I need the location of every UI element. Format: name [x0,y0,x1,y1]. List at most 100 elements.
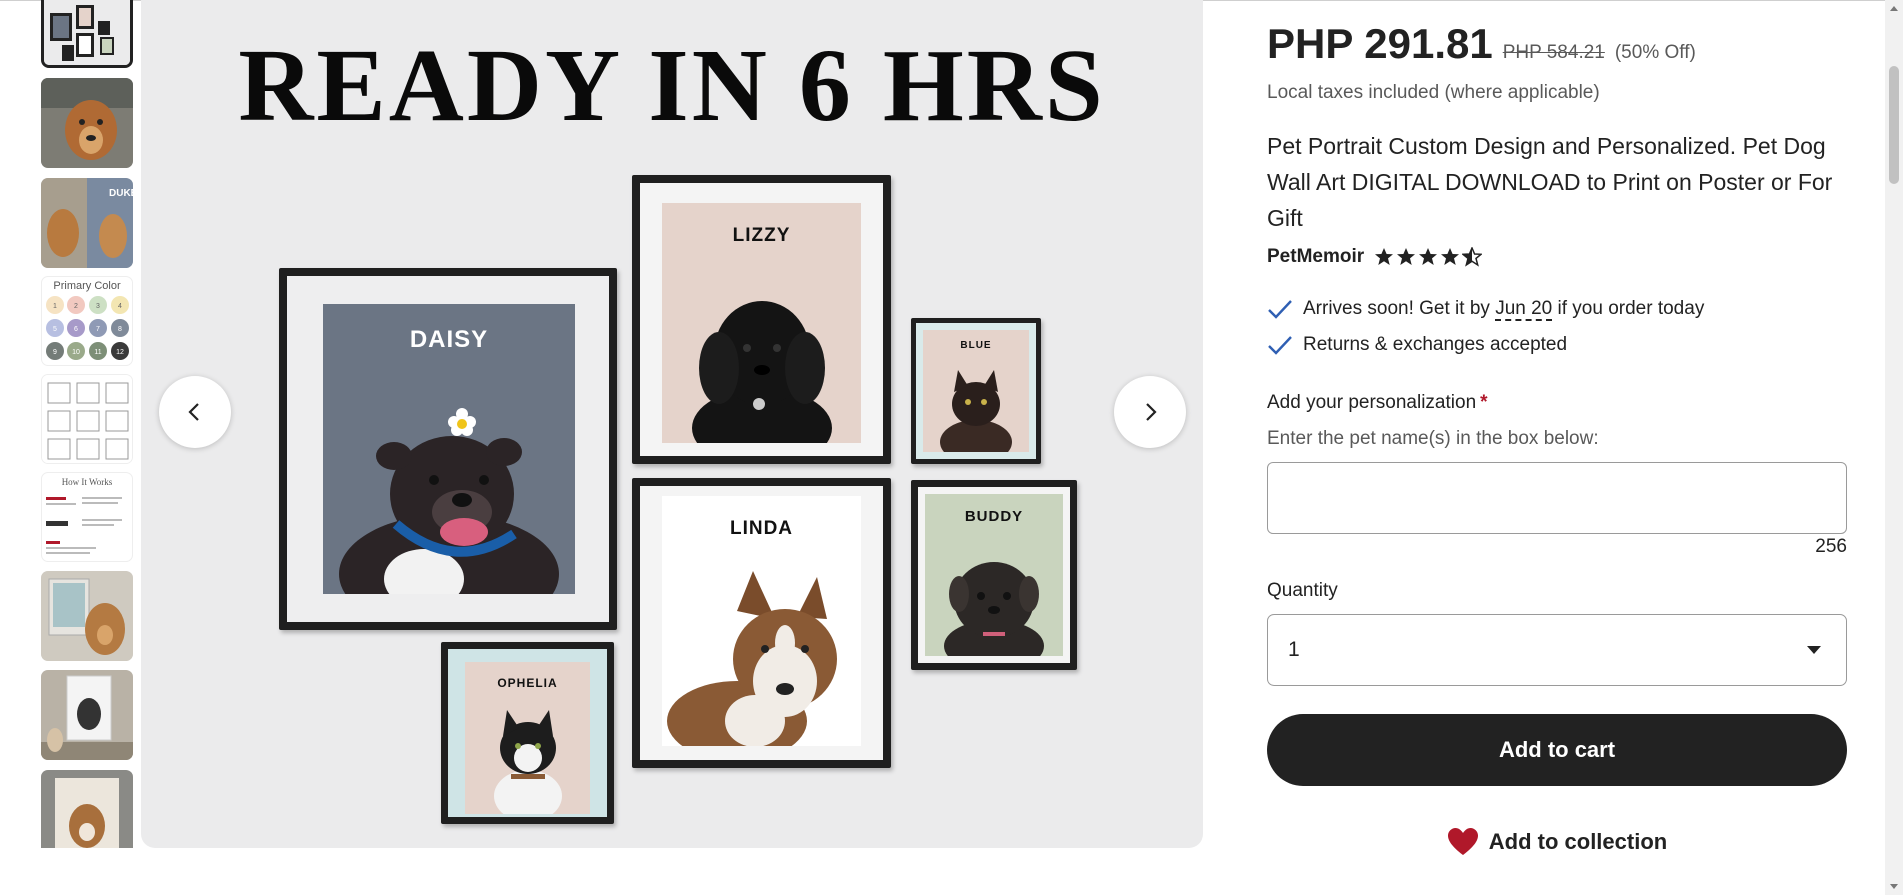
taxes-note: Local taxes included (where applicable) [1267,82,1600,103]
print-buddy: BUDDY [925,494,1063,656]
thumbnail-7[interactable] [41,571,133,661]
color-swatch-grid: 1 2 3 4 5 6 7 8 9 10 11 12 [46,296,129,360]
frame-blue: BLUE [911,318,1041,464]
pet-name-blue: BLUE [960,340,992,351]
thumbnail-4[interactable]: Primary Color 1 2 3 4 5 6 7 8 9 10 11 12 [41,276,133,366]
thumbnail-5[interactable] [41,374,133,464]
star-full-icon [1397,248,1416,265]
caret-down-icon [1807,646,1821,654]
thumbnail-9[interactable] [41,770,133,848]
image-headline: READY IN 6 HRS [238,28,1106,143]
dog-buddy-figure [944,562,1044,656]
thumbnail-1-art [44,0,130,65]
star-half-icon [1462,247,1483,267]
dog-lizzy-figure [691,301,832,443]
original-price: PHP 584.21 [1502,42,1605,63]
personalization-hint: Enter the pet name(s) in the box below: [1267,428,1599,449]
how-it-works-art [46,497,122,554]
discount-badge: (50% Off) [1614,42,1696,63]
current-price: PHP 291.81 [1267,20,1493,67]
frame-lizzy: LIZZY [632,175,891,464]
print-blue: BLUE [923,330,1029,452]
print-daisy: DAISY [323,304,575,594]
pet-name-lizzy: LIZZY [732,225,791,246]
personalization-label: Add your personalization * [1267,392,1488,414]
heart-icon [1447,828,1478,855]
frame-buddy: BUDDY [911,480,1077,670]
pet-name-ophelia: OPHELIA [497,676,558,690]
thumbnail-5-art [42,375,132,463]
add-to-collection-button[interactable]: Add to collection [1267,822,1847,862]
svg-text:2: 2 [74,303,78,310]
scroll-up-arrow-icon[interactable] [1890,6,1898,11]
scroll-down-arrow-icon[interactable] [1890,884,1898,889]
chevron-right-icon [1146,403,1157,421]
thumbnail-3[interactable]: DUKE [41,178,133,268]
returns-text: Returns & exchanges accepted [1303,334,1568,355]
character-counter: 256 [1815,536,1847,557]
thumbnail-7-art [41,571,133,661]
svg-text:7: 7 [96,326,100,333]
arrival-suffix: if you order today [1552,298,1705,319]
svg-text:1: 1 [53,303,57,310]
dog-daisy-figure [339,408,559,594]
page-scrollbar[interactable] [1885,0,1903,895]
scrollbar-thumb[interactable] [1889,66,1899,184]
seller-row: PetMemoir [1267,246,1483,268]
next-image-button[interactable] [1114,376,1186,448]
cat-ophelia-figure [493,710,562,814]
thumbnail-strip[interactable]: DUKE Primary Color 1 2 3 4 5 6 7 8 9 10 … [41,0,133,848]
svg-text:10: 10 [72,349,80,356]
how-it-works-label: How It Works [61,477,113,487]
star-full-icon [1419,248,1438,265]
quantity-label: Quantity [1267,580,1338,601]
pet-name-daisy: DAISY [409,326,489,353]
star-full-icon [1441,248,1460,265]
thumbnail-6[interactable]: How It Works [41,472,133,562]
frame-ophelia: OPHELIA [441,642,614,824]
thumbnail-2[interactable] [41,78,133,168]
main-product-image[interactable]: READY IN 6 HRS DAISY LIZZY BLUE LINDA BU… [141,0,1203,848]
svg-text:6: 6 [74,326,78,333]
star-full-icon [1375,248,1394,265]
quantity-select[interactable]: 1 [1267,614,1847,686]
print-linda: LINDA [662,496,861,746]
svg-text:4: 4 [118,303,122,310]
star-rating[interactable] [1374,247,1483,267]
arrival-prefix: Arrives soon! Get it by [1303,298,1496,319]
thumbnail-8-art [41,670,133,760]
arrival-date[interactable]: Jun 20 [1495,298,1553,321]
print-lizzy: LIZZY [662,203,861,443]
dog-linda-figure [666,571,837,746]
returns-perk: Returns & exchanges accepted [1267,334,1567,356]
price-row: PHP 291.81 PHP 584.21 (50% Off) [1267,20,1696,68]
thumbnail-3-art: DUKE [41,178,133,268]
add-to-cart-button[interactable]: Add to cart [1267,714,1847,786]
required-asterisk: * [1480,392,1488,413]
quantity-value: 1 [1288,638,1300,661]
pet-name-buddy: BUDDY [964,508,1024,525]
arrival-perk: Arrives soon! Get it by Jun 20 if you or… [1267,298,1705,321]
primary-color-label: Primary Color [53,280,121,292]
previous-image-button[interactable] [159,376,231,448]
thumbnail-1[interactable] [41,0,133,68]
print-ophelia: OPHELIA [465,662,590,814]
svg-text:9: 9 [53,349,57,356]
check-icon [1268,300,1292,319]
personalization-input[interactable] [1267,462,1847,534]
add-to-collection-label: Add to collection [1488,829,1668,854]
frame-linda: LINDA [632,478,891,768]
svg-text:3: 3 [96,303,100,310]
cat-blue-figure [940,370,1012,452]
thumbnail-9-art [41,770,133,848]
frame-daisy: DAISY [279,268,617,630]
arrival-text: Arrives soon! Get it by Jun 20 if you or… [1303,298,1705,321]
pet-name-linda: LINDA [729,518,794,539]
seller-name[interactable]: PetMemoir [1267,246,1364,268]
personalization-label-text: Add your personalization [1267,392,1477,413]
check-icon [1268,336,1292,355]
svg-text:8: 8 [118,326,122,333]
thumbnail-8[interactable] [41,670,133,760]
product-title: Pet Portrait Custom Design and Personali… [1267,133,1833,231]
svg-text:5: 5 [53,326,57,333]
